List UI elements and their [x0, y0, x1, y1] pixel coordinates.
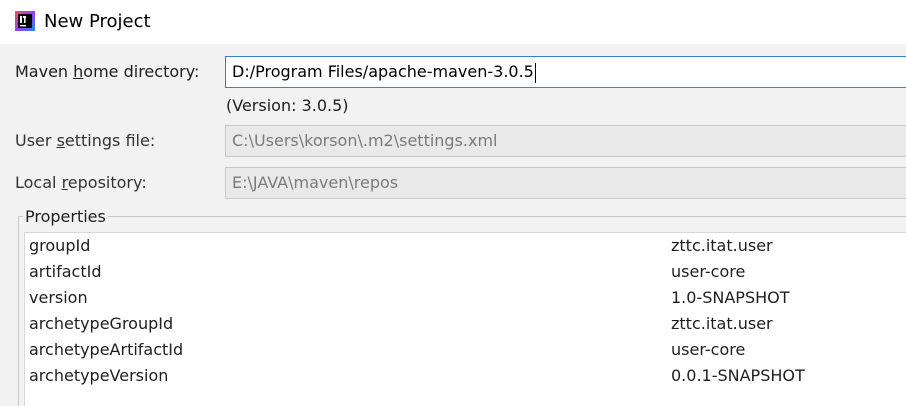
properties-table[interactable]: groupId zttc.itat.user artifactId user-c…	[24, 232, 906, 406]
property-value[interactable]: user-core	[671, 260, 745, 284]
user-settings-label-part: ettings file:	[64, 131, 156, 150]
local-repository-label-part: epository:	[67, 173, 147, 192]
local-repository-value: E:\JAVA\maven\repos	[232, 173, 399, 192]
user-settings-value: C:\Users\korson\.m2\settings.xml	[232, 131, 498, 150]
property-value[interactable]: 1.0-SNAPSHOT	[671, 286, 790, 310]
user-settings-label-part: User	[15, 131, 57, 150]
new-project-dialog: New Project Maven home directory: D:/Pro…	[0, 0, 906, 406]
property-key: archetypeGroupId	[29, 314, 174, 333]
user-settings-label-mnemonic: s	[56, 131, 65, 150]
property-value[interactable]: user-core	[671, 338, 745, 362]
table-row[interactable]: groupId zttc.itat.user	[25, 233, 906, 259]
property-key: version	[29, 288, 88, 307]
property-key: artifactId	[29, 262, 102, 281]
table-row[interactable]: artifactId user-core	[25, 259, 906, 285]
local-repository-label-part: Local	[15, 173, 62, 192]
table-row[interactable]: version 1.0-SNAPSHOT	[25, 285, 906, 311]
window-title: New Project	[44, 11, 151, 32]
maven-home-label: Maven home directory:	[15, 61, 199, 83]
table-row[interactable]: archetypeGroupId zttc.itat.user	[25, 311, 906, 337]
maven-home-label-part: ome directory:	[83, 62, 200, 81]
local-repository-label: Local repository:	[15, 172, 147, 194]
property-key: archetypeVersion	[29, 366, 169, 385]
maven-version-note: (Version: 3.0.5)	[226, 96, 349, 115]
user-settings-field[interactable]: C:\Users\korson\.m2\settings.xml	[225, 125, 906, 157]
intellij-idea-icon	[15, 11, 35, 31]
table-row[interactable]: archetypeArtifactId user-core	[25, 337, 906, 363]
user-settings-label: User settings file:	[15, 130, 155, 152]
maven-home-label-part: Maven	[15, 62, 74, 81]
property-value[interactable]: zttc.itat.user	[671, 234, 773, 258]
table-row[interactable]: archetypeVersion 0.0.1-SNAPSHOT	[25, 363, 906, 389]
text-caret	[534, 62, 536, 83]
title-bar: New Project	[0, 0, 906, 44]
property-key: archetypeArtifactId	[29, 340, 184, 359]
local-repository-field[interactable]: E:\JAVA\maven\repos	[225, 167, 906, 199]
property-key: groupId	[29, 236, 91, 255]
property-value[interactable]: zttc.itat.user	[671, 312, 773, 336]
maven-home-value: D:/Program Files/apache-maven-3.0.5	[232, 62, 534, 81]
properties-legend: Properties	[23, 206, 108, 228]
property-value[interactable]: 0.0.1-SNAPSHOT	[671, 364, 805, 388]
maven-home-input[interactable]: D:/Program Files/apache-maven-3.0.5	[225, 56, 906, 88]
maven-home-label-mnemonic: h	[73, 62, 84, 81]
